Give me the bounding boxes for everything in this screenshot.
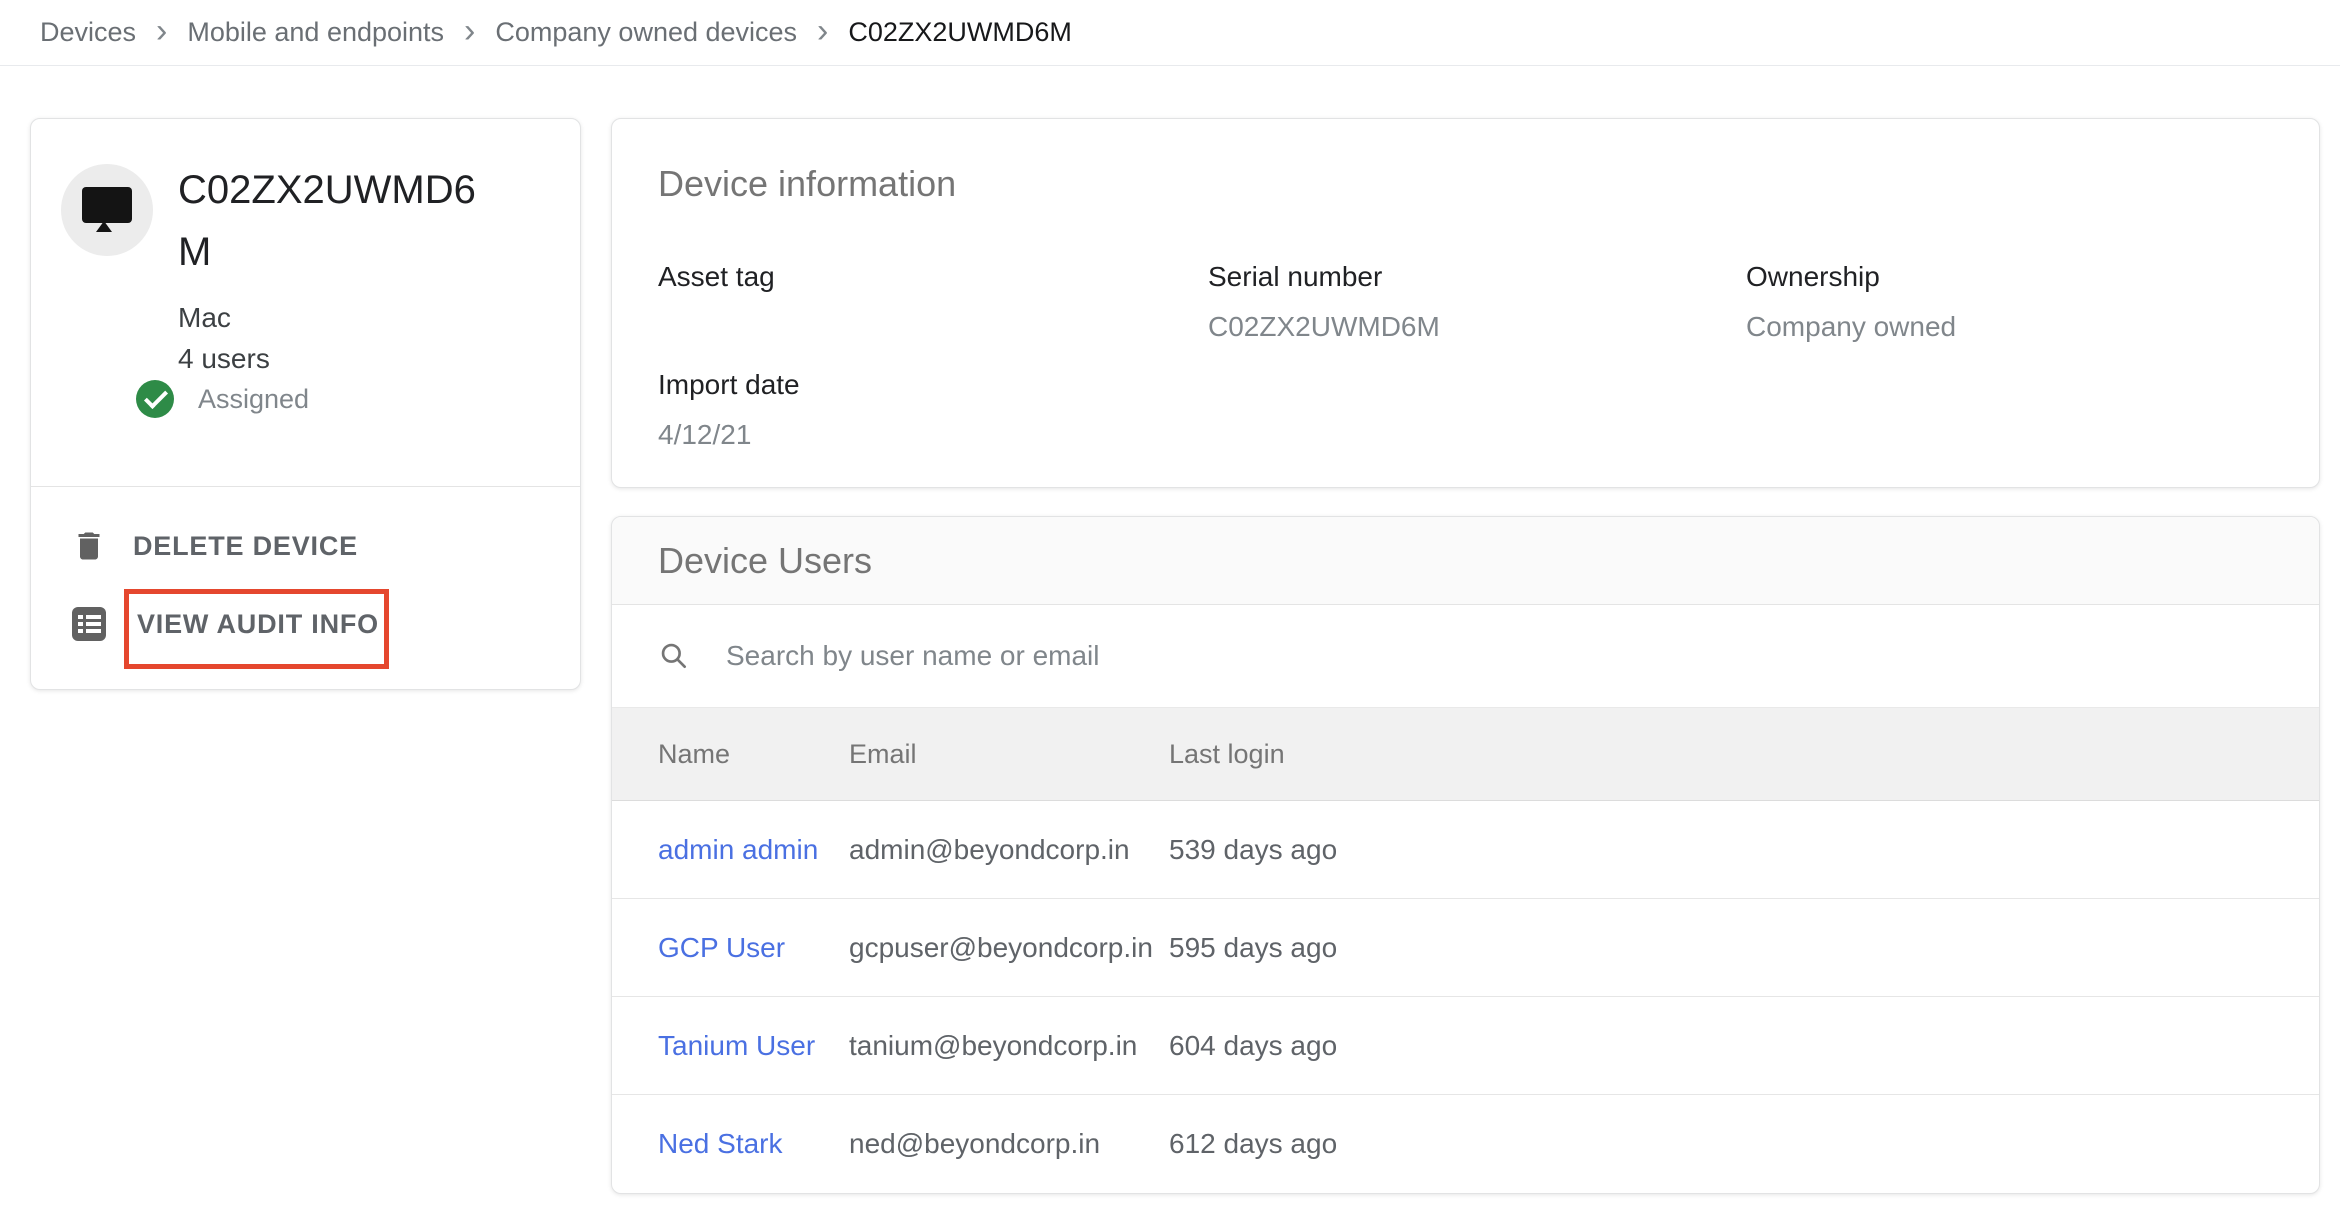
main-content: C02ZX2UWMD6M Mac 4 users Assigned DELETE… [0, 66, 2340, 1232]
device-information-card: Device information Asset tag Serial numb… [611, 118, 2320, 488]
breadcrumb: Devices › Mobile and endpoints › Company… [0, 0, 2340, 66]
field-value [658, 309, 1208, 345]
check-circle-icon [136, 380, 174, 418]
breadcrumb-mobile-endpoints[interactable]: Mobile and endpoints [187, 17, 444, 48]
table-row: GCP User gcpuser@beyondcorp.in 595 days … [612, 899, 2319, 997]
divider [31, 486, 580, 487]
device-information-title: Device information [658, 163, 956, 205]
column-header-name: Name [658, 739, 849, 770]
device-summary-card: C02ZX2UWMD6M Mac 4 users Assigned DELETE… [30, 118, 581, 690]
field-ownership: Ownership Company owned [1746, 259, 2273, 345]
users-table-header: Name Email Last login [612, 707, 2319, 801]
device-avatar [61, 164, 153, 256]
device-title: C02ZX2UWMD6M [178, 159, 483, 283]
user-name-link[interactable]: Ned Stark [658, 1128, 849, 1160]
user-email: tanium@beyondcorp.in [849, 1030, 1169, 1062]
column-header-email: Email [849, 739, 1169, 770]
device-users-count: 4 users [178, 338, 270, 379]
search-icon [658, 640, 690, 672]
desktop-monitor-icon [82, 187, 132, 233]
device-information-fields: Asset tag Serial number C02ZX2UWMD6M Own… [658, 259, 2273, 453]
user-name-link[interactable]: admin admin [658, 834, 849, 866]
field-value: C02ZX2UWMD6M [1208, 309, 1746, 345]
user-email: ned@beyondcorp.in [849, 1128, 1169, 1160]
breadcrumb-devices[interactable]: Devices [40, 17, 136, 48]
view-audit-info-button[interactable]: VIEW AUDIT INFO [31, 578, 580, 670]
device-type: Mac [178, 297, 270, 338]
chevron-right-icon: › [464, 14, 475, 48]
user-last-login: 595 days ago [1169, 932, 2319, 964]
view-audit-info-label: VIEW AUDIT INFO [137, 609, 379, 640]
field-value: Company owned [1746, 309, 2273, 345]
chevron-right-icon: › [817, 14, 828, 48]
user-last-login: 612 days ago [1169, 1128, 2319, 1160]
field-import-date: Import date 4/12/21 [658, 367, 1208, 453]
table-row: Ned Stark ned@beyondcorp.in 612 days ago [612, 1095, 2319, 1193]
device-users-title: Device Users [658, 540, 872, 582]
table-row: Tanium User tanium@beyondcorp.in 604 day… [612, 997, 2319, 1095]
delete-device-label: DELETE DEVICE [133, 531, 358, 562]
trash-icon [71, 528, 107, 564]
chevron-right-icon: › [156, 14, 167, 48]
user-name-link[interactable]: GCP User [658, 932, 849, 964]
field-label: Asset tag [658, 259, 1208, 295]
device-users-search [612, 605, 2319, 707]
search-input[interactable] [726, 640, 2273, 672]
column-header-last-login: Last login [1169, 739, 2319, 770]
user-email: gcpuser@beyondcorp.in [849, 932, 1169, 964]
table-row: admin admin admin@beyondcorp.in 539 days… [612, 801, 2319, 899]
field-label: Serial number [1208, 259, 1746, 295]
breadcrumb-company-owned-devices[interactable]: Company owned devices [495, 17, 797, 48]
field-label: Import date [658, 367, 1208, 403]
user-last-login: 604 days ago [1169, 1030, 2319, 1062]
field-asset-tag: Asset tag [658, 259, 1208, 345]
field-label: Ownership [1746, 259, 2273, 295]
user-email: admin@beyondcorp.in [849, 834, 1169, 866]
field-serial-number: Serial number C02ZX2UWMD6M [1208, 259, 1746, 345]
device-status: Assigned [136, 380, 309, 418]
device-subtitle: Mac 4 users [178, 297, 270, 379]
user-name-link[interactable]: Tanium User [658, 1030, 849, 1062]
list-alt-icon [69, 604, 109, 644]
device-users-card: Device Users Name Email Last login admin… [611, 516, 2320, 1194]
status-label: Assigned [198, 384, 309, 415]
field-value: 4/12/21 [658, 417, 1208, 453]
device-users-header: Device Users [612, 517, 2319, 605]
user-last-login: 539 days ago [1169, 834, 2319, 866]
breadcrumb-current-device: C02ZX2UWMD6M [848, 17, 1072, 48]
